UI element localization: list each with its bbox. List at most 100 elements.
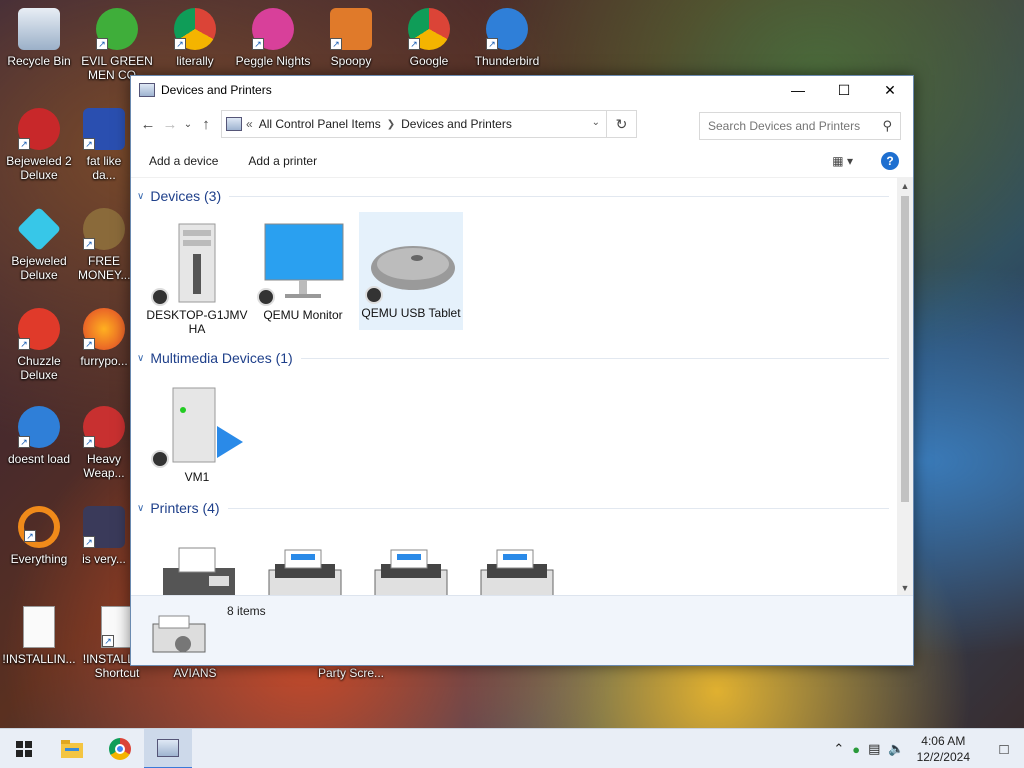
minimize-button[interactable]: — <box>775 76 821 104</box>
fax-icon <box>149 534 245 596</box>
desktop-icon-heavy-weapon[interactable]: ↗ Heavy Weap... <box>78 406 130 480</box>
chrome-icon <box>109 737 131 760</box>
desktop-icon-free-money[interactable]: ↗ FREE MONEY... <box>78 208 130 282</box>
computer-tower-icon <box>149 218 245 306</box>
group-header-multimedia[interactable]: ∨ Multimedia Devices (1) <box>137 350 889 366</box>
collapse-chevron-icon[interactable]: ∨ <box>137 353 144 364</box>
user-icon[interactable]: ● <box>852 742 860 757</box>
devices-printers-icon <box>157 738 179 757</box>
taskbar-devices-and-printers[interactable] <box>144 728 192 768</box>
search-icon[interactable]: ⚲ <box>882 118 892 134</box>
desktop-icon-bejeweled[interactable]: Bejeweled Deluxe <box>0 206 78 282</box>
desktop-icon-google[interactable]: ↗ Google <box>390 8 468 68</box>
diamond-icon <box>16 206 62 252</box>
group-header-printers[interactable]: ∨ Printers (4) <box>137 500 889 516</box>
text-file-icon <box>23 606 55 648</box>
recent-locations-chevron-icon[interactable]: ⌄ <box>181 113 195 135</box>
chuzzle-icon: ↗ <box>18 308 60 350</box>
group-header-devices[interactable]: ∨ Devices (3) <box>137 188 889 204</box>
breadcrumb-overflow[interactable]: « <box>246 117 253 131</box>
printer-icon <box>467 534 563 596</box>
up-arrow-icon[interactable]: ↑ <box>195 113 217 135</box>
monitor-icon <box>255 218 351 306</box>
desktop-icon-evil-green-men[interactable]: ↗ EVIL GREEN MEN CO... <box>78 8 156 82</box>
show-hidden-icons-chevron-icon[interactable]: ⌃ <box>833 741 844 757</box>
scroll-up-arrow-icon[interactable]: ▲ <box>897 178 913 194</box>
printer-2[interactable] <box>357 530 461 596</box>
taskbar-chrome[interactable] <box>96 729 144 768</box>
clock-time: 4:06 AM <box>921 734 966 748</box>
printer-fax[interactable] <box>145 530 249 596</box>
devices-printers-icon <box>139 83 155 97</box>
breadcrumb-separator-icon[interactable]: ❯ <box>387 119 395 130</box>
thunderbird-icon: ↗ <box>18 406 60 448</box>
radiation-icon: ↗ <box>83 406 125 448</box>
desktop-icon-thunderbird[interactable]: ↗ Thunderbird <box>468 8 546 68</box>
device-vm1[interactable]: VM1 <box>145 376 249 484</box>
maximize-button[interactable]: ☐ <box>821 76 867 104</box>
help-icon[interactable]: ? <box>881 152 899 170</box>
scrollbar-thumb[interactable] <box>901 196 909 502</box>
device-desktop[interactable]: DESKTOP-G1JMVHA <box>145 214 249 336</box>
add-device-button[interactable]: Add a device <box>149 154 218 168</box>
vertical-scrollbar[interactable]: ▲ ▼ <box>897 178 913 596</box>
clock[interactable]: 4:06 AM 12/2/2024 <box>917 733 970 765</box>
desktop-icon-avians[interactable]: AVIANS <box>156 666 234 680</box>
device-qemu-monitor[interactable]: QEMU Monitor <box>251 214 355 322</box>
desktop-icon-recycle-bin[interactable]: Recycle Bin <box>0 8 78 68</box>
desktop-icon-doesnt-load[interactable]: ↗ doesnt load <box>0 406 78 466</box>
refresh-icon[interactable]: ↻ <box>606 111 636 137</box>
firefox-icon: ↗ <box>83 308 125 350</box>
desktop-icon-is-very[interactable]: ↗ is very... <box>78 506 130 566</box>
scroll-down-arrow-icon[interactable]: ▼ <box>897 580 913 596</box>
media-device-icon <box>149 380 245 468</box>
search-box[interactable]: ⚲ <box>699 112 901 140</box>
change-view-icon[interactable]: ▦ ▾ <box>832 154 853 168</box>
desktop-icon-literally[interactable]: ↗ literally <box>156 8 234 68</box>
device-qemu-usb-tablet[interactable]: QEMU USB Tablet <box>359 212 463 330</box>
address-dropdown-chevron-icon[interactable]: ⌄ <box>592 117 600 128</box>
command-bar: Add a device Add a printer ▦ ▾ ? <box>131 144 913 178</box>
desktop-icon-spoopy[interactable]: ↗ Spoopy <box>312 8 390 68</box>
desktop-icon-peggle-nights[interactable]: ↗ Peggle Nights <box>234 8 312 68</box>
control-panel-icon <box>226 117 242 131</box>
window-controls: — ☐ ✕ <box>775 76 913 104</box>
desktop-icon-bejeweled-2[interactable]: ↗ Bejeweled 2 Deluxe <box>0 108 78 182</box>
close-button[interactable]: ✕ <box>867 76 913 104</box>
windows-logo-icon <box>16 740 32 757</box>
desktop-icon-fat-like[interactable]: ↗ fat like da... <box>78 108 130 182</box>
notification-icon[interactable]: □ <box>984 729 1024 768</box>
breadcrumb-all-control-panel-items[interactable]: All Control Panel Items <box>259 117 381 131</box>
title-bar[interactable]: Devices and Printers — ☐ ✕ <box>131 76 913 104</box>
desktop-icon-furrypo[interactable]: ↗ furrypo... <box>78 308 130 368</box>
desktop-icon-chuzzle[interactable]: ↗ Chuzzle Deluxe <box>0 308 78 382</box>
printer-icon <box>255 534 351 596</box>
text-file-icon: ↗ <box>101 606 133 648</box>
forward-arrow-icon[interactable]: → <box>159 113 181 135</box>
collapse-chevron-icon[interactable]: ∨ <box>137 503 144 514</box>
desktop-icon-everything[interactable]: ↗ Everything <box>0 506 78 566</box>
start-button[interactable] <box>0 729 48 768</box>
green-men-icon: ↗ <box>96 8 138 50</box>
recycle-bin-icon <box>18 8 60 50</box>
clock-date: 12/2/2024 <box>916 750 970 764</box>
system-tray: ⌃ ● ▤ 🔈 4:06 AM 12/2/2024 □ <box>829 729 1024 768</box>
search-input[interactable] <box>708 119 878 133</box>
desktop-icon-installing[interactable]: !INSTALLIN... <box>0 606 78 666</box>
bejeweled-2-icon: ↗ <box>18 108 60 150</box>
breadcrumb-devices-and-printers[interactable]: Devices and Printers <box>401 117 512 131</box>
collapse-chevron-icon[interactable]: ∨ <box>137 191 144 202</box>
address-bar[interactable]: « All Control Panel Items ❯ Devices and … <box>221 110 637 138</box>
back-arrow-icon[interactable]: ← <box>137 113 159 135</box>
thunderbird-icon: ↗ <box>486 8 528 50</box>
volume-icon[interactable]: 🔈 <box>888 741 904 757</box>
taskbar-file-explorer[interactable] <box>48 729 96 768</box>
status-icon <box>365 286 383 304</box>
add-printer-button[interactable]: Add a printer <box>248 154 317 168</box>
network-icon[interactable]: ▤ <box>868 741 880 757</box>
printer-1[interactable] <box>251 530 355 596</box>
status-icon <box>151 450 169 468</box>
printer-3[interactable] <box>463 530 567 596</box>
desktop-icon-party-scream[interactable]: Party Scre... <box>312 666 390 680</box>
item-count: 8 items <box>227 604 266 618</box>
